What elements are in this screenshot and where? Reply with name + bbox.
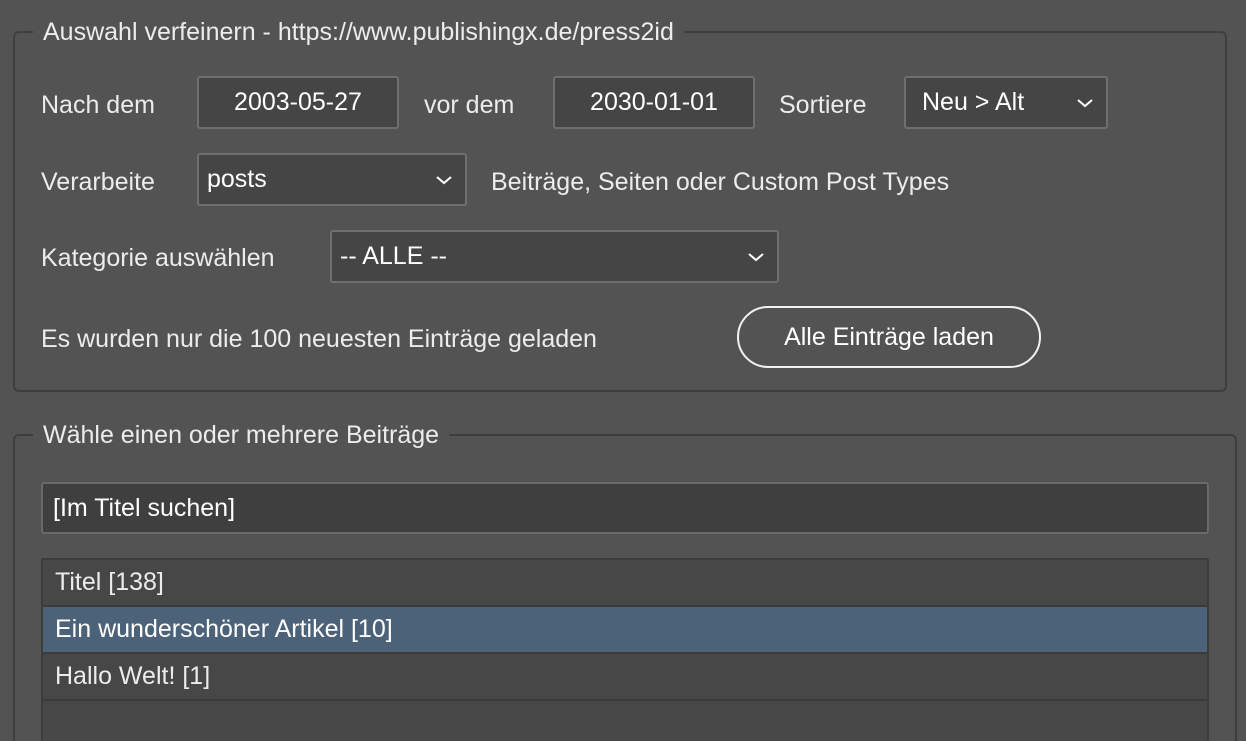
after-date-input[interactable]: 2003-05-27 (197, 76, 399, 129)
before-date-input[interactable]: 2030-01-01 (553, 76, 755, 129)
chevron-down-icon (748, 252, 764, 261)
post-type-hint: Beiträge, Seiten oder Custom Post Types (491, 168, 950, 196)
choose-posts-legend: Wähle einen oder mehrere Beiträge (33, 420, 450, 450)
after-date-value: 2003-05-27 (234, 88, 362, 116)
refine-selection-legend: Auswahl verfeinern - https://www.publish… (33, 17, 684, 47)
chevron-down-icon (1077, 98, 1093, 107)
list-item-label: Ein wunderschöner Artikel [10] (55, 615, 393, 643)
title-search-input[interactable]: [Im Titel suchen] (41, 482, 1209, 534)
press2id-dialog: Auswahl verfeinern - https://www.publish… (0, 0, 1246, 741)
process-label: Verarbeite (41, 168, 155, 196)
posts-listbox[interactable]: Titel [138] Ein wunderschöner Artikel [1… (41, 558, 1209, 741)
list-item-label: Hallo Welt! [1] (55, 662, 211, 690)
category-select-value: -- ALLE -- (340, 242, 447, 270)
list-item[interactable]: Ein wunderschöner Artikel [10] (43, 607, 1207, 654)
load-all-entries-button[interactable]: Alle Einträge laden (737, 306, 1041, 368)
list-item[interactable]: Hallo Welt! [1] (43, 654, 1207, 701)
before-date-label: vor dem (424, 91, 515, 119)
category-select[interactable]: -- ALLE -- (330, 230, 779, 283)
sort-select-value: Neu > Alt (922, 88, 1025, 116)
sort-label: Sortiere (779, 91, 867, 119)
post-type-select-value: posts (207, 165, 267, 193)
list-item[interactable]: Titel [138] (43, 560, 1207, 607)
before-date-value: 2030-01-01 (590, 88, 718, 116)
after-date-label: Nach dem (41, 91, 155, 119)
title-search-value: [Im Titel suchen] (53, 493, 236, 522)
post-type-select[interactable]: posts (197, 153, 467, 206)
sort-select[interactable]: Neu > Alt (904, 76, 1108, 129)
list-item[interactable] (43, 701, 1207, 741)
loaded-entries-notice: Es wurden nur die 100 neuesten Einträge … (41, 325, 597, 353)
category-label: Kategorie auswählen (41, 244, 275, 272)
chevron-down-icon (436, 175, 452, 184)
list-item-label: Titel [138] (55, 568, 164, 596)
